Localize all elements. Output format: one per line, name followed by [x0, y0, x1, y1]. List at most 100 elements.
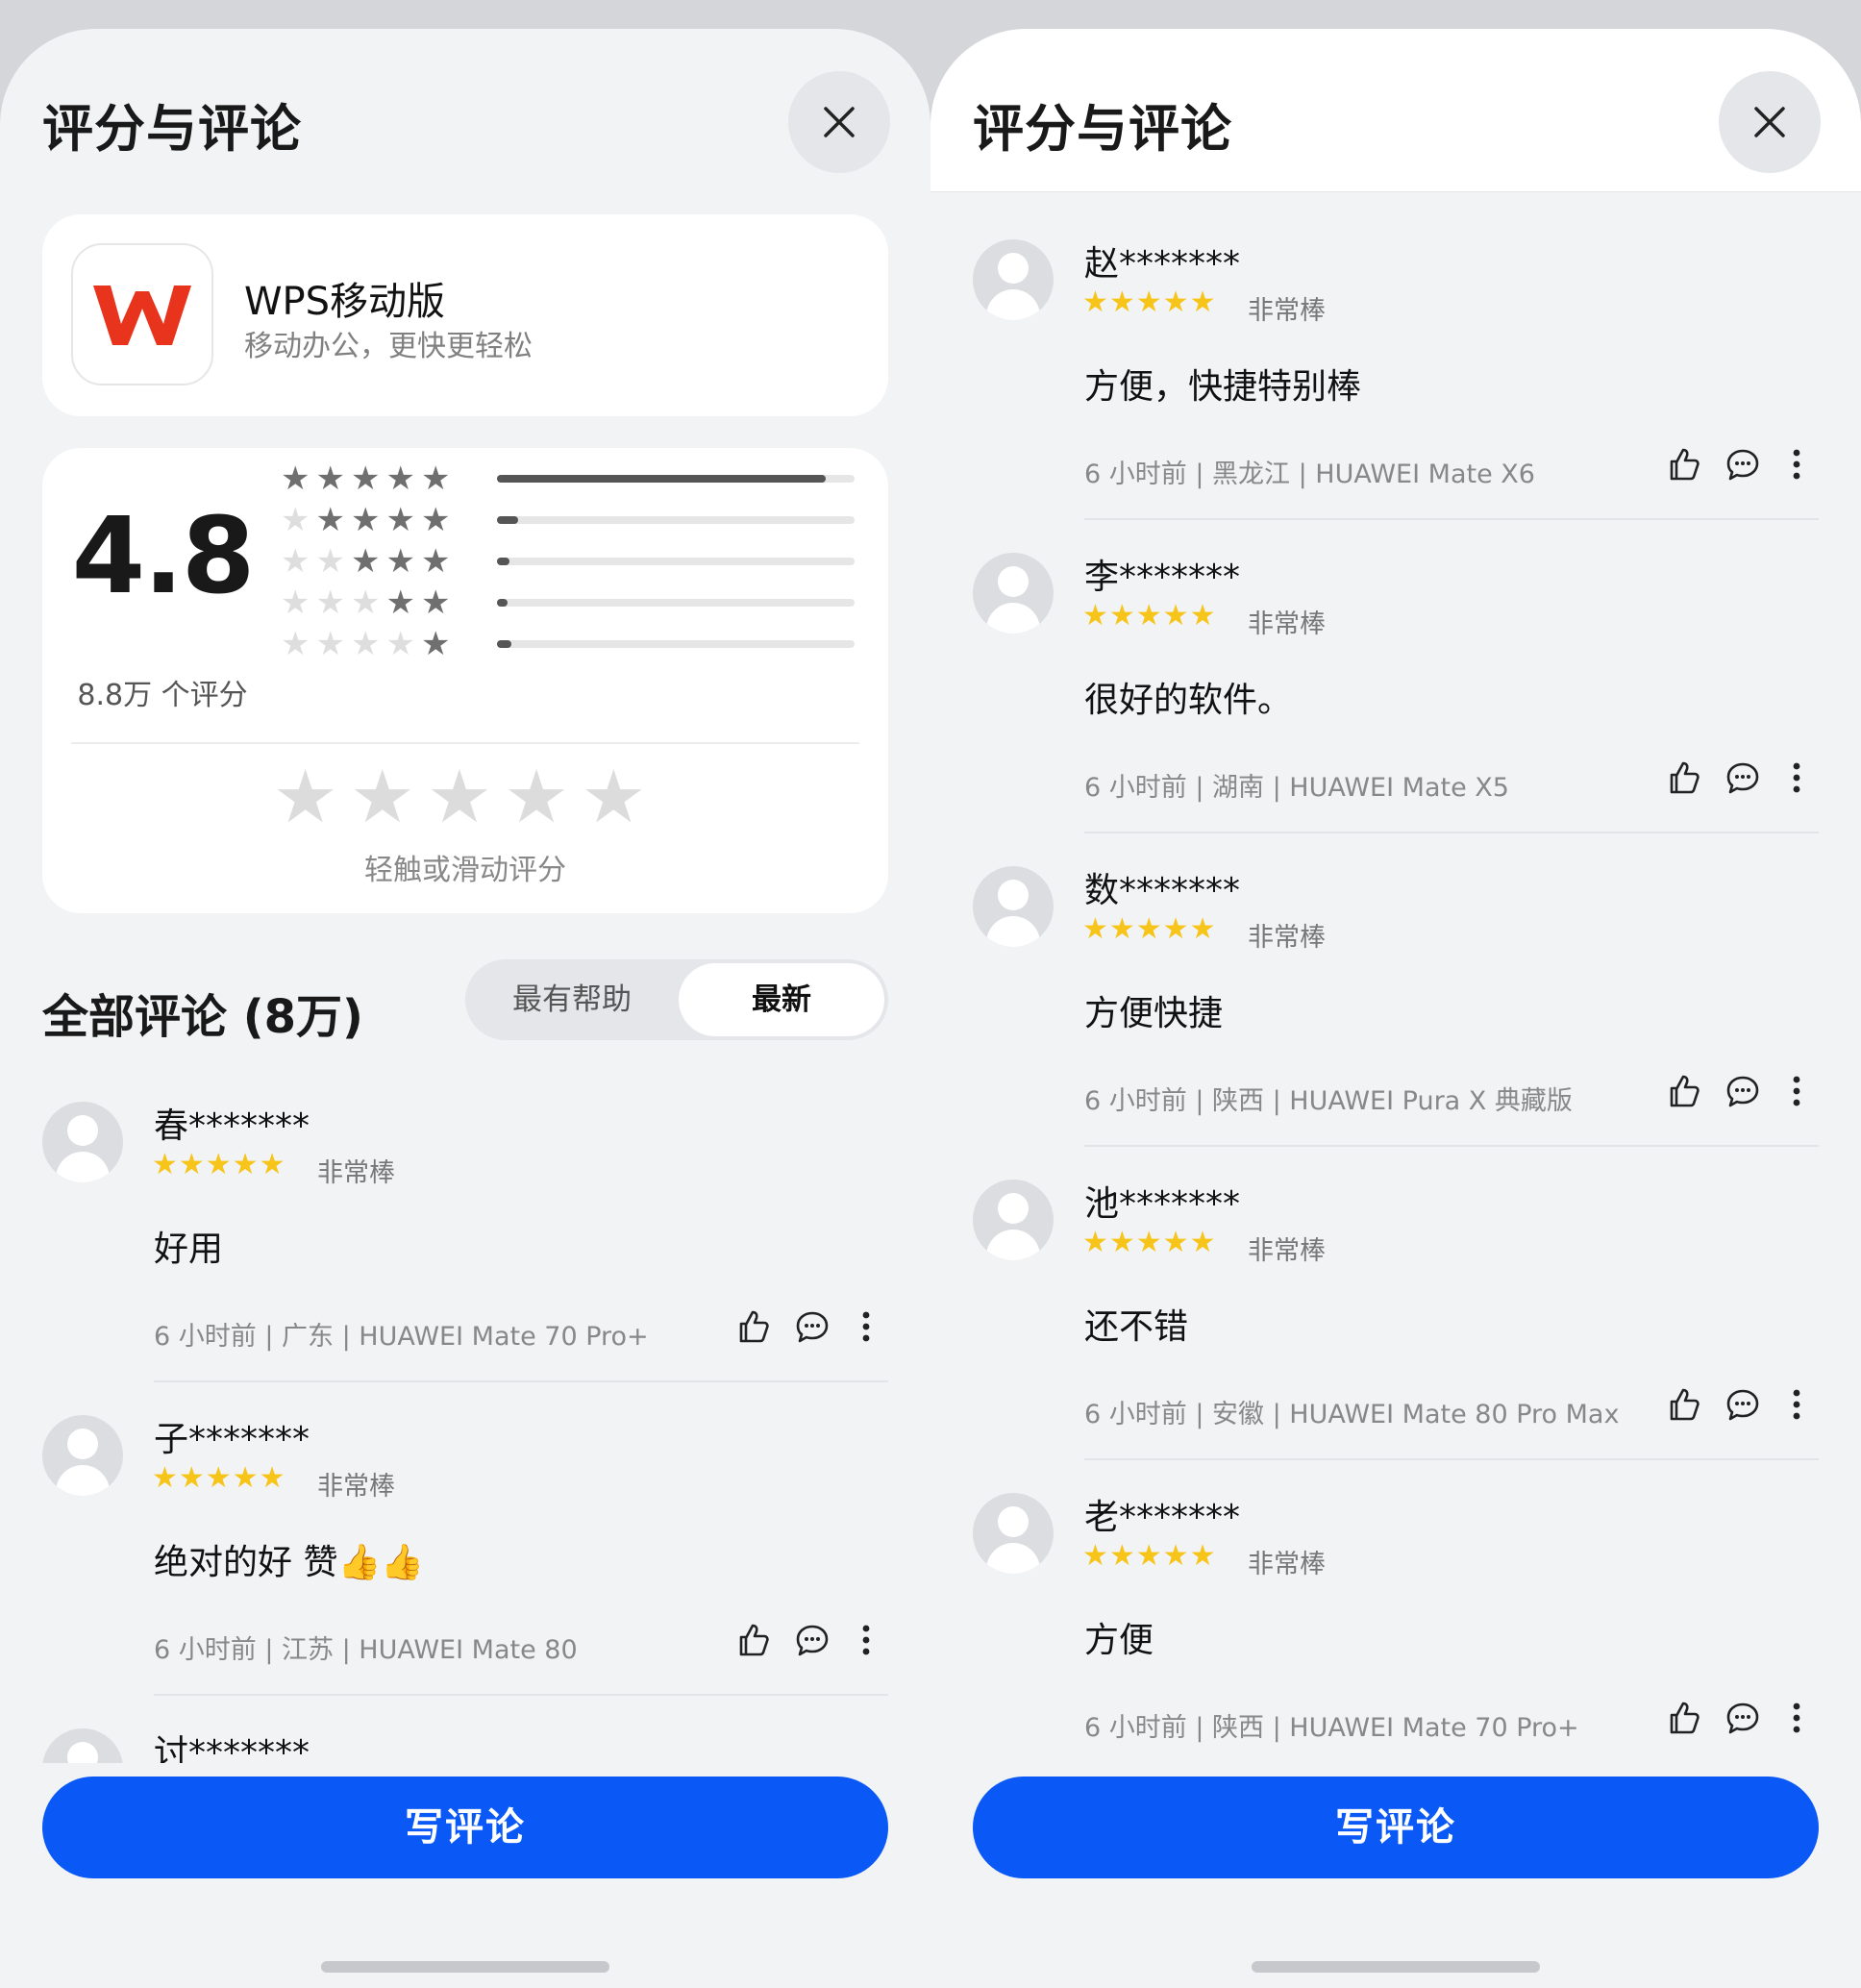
distribution-row-2-star: ★★★★★: [281, 585, 867, 620]
thumbs-up-icon: [1664, 1385, 1702, 1428]
review-item[interactable]: 李******* ★★★★★ 非常棒 很好的软件。 6 小时前 | 湖南 | HUAWE…: [930, 549, 1861, 862]
like-button[interactable]: [1656, 753, 1710, 807]
like-button[interactable]: [726, 1302, 780, 1355]
more-button[interactable]: [1770, 1693, 1824, 1747]
review-item[interactable]: 池******* ★★★★★ 非常棒 还不错 6 小时前 | 安徽 | HUAWEI M…: [930, 1176, 1861, 1489]
comment-button[interactable]: [1716, 1379, 1770, 1433]
like-button[interactable]: [1656, 439, 1710, 493]
review-meta: 6 小时前 | 江苏 | HUAWEI Mate 80: [154, 1635, 578, 1665]
review-meta: 6 小时前 | 陕西 | HUAWEI Mate 70 Pro+: [1084, 1713, 1579, 1743]
distribution-bar-track: [497, 558, 855, 565]
sort-most-helpful[interactable]: 最有帮助: [469, 963, 675, 1036]
review-stars: ★★★★★: [1082, 1539, 1217, 1573]
comment-button[interactable]: [1716, 1693, 1770, 1747]
like-button[interactable]: [1656, 1693, 1710, 1747]
distribution-row-1-star: ★★★★★: [281, 627, 867, 661]
review-actions: [726, 1302, 889, 1355]
rating-label: 非常棒: [317, 1158, 395, 1188]
comment-button[interactable]: [1716, 1066, 1770, 1120]
home-indicator[interactable]: [321, 1961, 609, 1973]
comment-icon: [1724, 1072, 1762, 1114]
review-meta: 6 小时前 | 广东 | HUAWEI Mate 70 Pro+: [154, 1322, 649, 1352]
review-item[interactable]: 讨*******★★★★★非常棒: [0, 1725, 930, 1763]
comment-button[interactable]: [785, 1615, 839, 1669]
divider: [1084, 832, 1819, 833]
comment-icon: [1724, 1385, 1762, 1428]
like-button[interactable]: [1656, 1066, 1710, 1120]
distribution-bar-track: [497, 599, 855, 607]
review-meta: 6 小时前 | 黑龙江 | HUAWEI Mate X6: [1084, 460, 1535, 489]
distribution-stars: ★★★★★: [281, 625, 457, 663]
review-item[interactable]: 赵******* ★★★★★ 非常棒 方便，快捷特别棒 6 小时前 | 黑龙江 | HU…: [930, 236, 1861, 549]
divider: [154, 1694, 888, 1696]
divider: [71, 742, 859, 744]
more-button[interactable]: [839, 1615, 893, 1669]
avatar-icon[interactable]: [42, 1102, 123, 1182]
wps-logo-icon: [71, 243, 213, 385]
like-button[interactable]: [726, 1615, 780, 1669]
more-vertical-icon: [860, 1621, 872, 1663]
sort-newest[interactable]: 最新: [679, 963, 884, 1036]
review-list[interactable]: 春******* ★★★★★ 非常棒 好用 6 小时前 | 广东 | HUAWEI Ma…: [0, 1086, 930, 1763]
more-button[interactable]: [1770, 1066, 1824, 1120]
avatar-icon[interactable]: [42, 1728, 123, 1763]
sheet-header: 评分与评论: [930, 29, 1861, 192]
avatar-icon[interactable]: [973, 1493, 1054, 1574]
review-stars: ★★★★★: [152, 1148, 286, 1181]
review-item[interactable]: 数******* ★★★★★ 非常棒 方便快捷 6 小时前 | 陕西 | HUAWEI …: [930, 862, 1861, 1176]
review-actions: [1656, 753, 1820, 807]
write-review-button[interactable]: 写评论: [973, 1777, 1819, 1878]
rating-label: 非常棒: [1248, 923, 1326, 953]
thumbs-up-icon: [1664, 758, 1702, 801]
more-button[interactable]: [839, 1302, 893, 1355]
review-text: 还不错: [1084, 1307, 1189, 1347]
distribution-bar-fill: [497, 475, 827, 483]
distribution-row-4-star: ★★★★★: [281, 503, 867, 537]
write-review-button[interactable]: 写评论: [42, 1777, 888, 1878]
comment-button[interactable]: [1716, 753, 1770, 807]
tap-to-rate-stars[interactable]: ★★★★★: [42, 754, 888, 839]
comment-button[interactable]: [785, 1302, 839, 1355]
review-text: 很好的软件。: [1084, 681, 1293, 720]
distribution-stars: ★★★★★: [281, 584, 457, 622]
avatar-icon[interactable]: [42, 1415, 123, 1496]
rating-count: 8.8万 个评分: [77, 679, 248, 712]
avatar-icon[interactable]: [973, 1180, 1054, 1260]
sheet-title: 评分与评论: [42, 100, 302, 159]
avatar-icon[interactable]: [973, 866, 1054, 947]
rating-label: 非常棒: [317, 1472, 395, 1502]
home-indicator[interactable]: [1252, 1961, 1540, 1973]
more-vertical-icon: [1791, 758, 1802, 801]
review-item[interactable]: 春******* ★★★★★ 非常棒 好用 6 小时前 | 广东 | HUAWEI Ma…: [0, 1098, 930, 1411]
close-button[interactable]: [1719, 71, 1821, 173]
review-text: 绝对的好 赞👍👍: [154, 1543, 425, 1582]
avatar-icon[interactable]: [973, 553, 1054, 634]
comment-icon: [793, 1307, 831, 1350]
distribution-bar-track: [497, 475, 855, 483]
review-list[interactable]: 赵******* ★★★★★ 非常棒 方便，快捷特别棒 6 小时前 | 黑龙江 | HU…: [930, 193, 1861, 1763]
review-item[interactable]: 老******* ★★★★★ 非常棒 方便 6 小时前 | 陕西 | HUAWEI Ma…: [930, 1489, 1861, 1763]
more-vertical-icon: [1791, 1699, 1802, 1741]
review-item[interactable]: 子******* ★★★★★ 非常棒 绝对的好 赞👍👍 6 小时前 | 江苏 | HUA…: [0, 1411, 930, 1725]
sheet-title: 评分与评论: [973, 100, 1232, 159]
more-button[interactable]: [1770, 1379, 1824, 1433]
tap-to-rate-hint: 轻触或滑动评分: [364, 854, 566, 887]
app-card[interactable]: WPS移动版 移动办公，更快更轻松: [42, 214, 888, 416]
more-button[interactable]: [1770, 753, 1824, 807]
app-slogan: 移动办公，更快更轻松: [244, 330, 533, 363]
comment-icon: [793, 1621, 831, 1663]
close-icon: [824, 107, 855, 137]
comment-button[interactable]: [1716, 439, 1770, 493]
like-button[interactable]: [1656, 1379, 1710, 1433]
reviewer-name: 讨*******: [154, 1733, 310, 1763]
more-button[interactable]: [1770, 439, 1824, 493]
thumbs-up-icon: [733, 1307, 772, 1350]
avatar-icon[interactable]: [973, 239, 1054, 320]
distribution-bar-track: [497, 640, 855, 648]
close-button[interactable]: [788, 71, 890, 173]
review-actions: [1656, 439, 1820, 493]
thumbs-up-icon: [1664, 1699, 1702, 1741]
review-text: 好用: [154, 1230, 224, 1269]
review-stars: ★★★★★: [1082, 599, 1217, 633]
review-actions: [1656, 1379, 1820, 1433]
